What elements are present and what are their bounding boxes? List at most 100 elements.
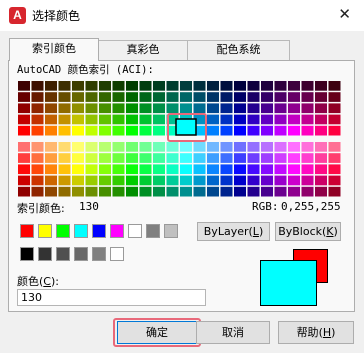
aci-color-cell[interactable] xyxy=(99,114,111,125)
aci-color-cell[interactable] xyxy=(301,103,314,114)
aci-color-cell[interactable] xyxy=(301,142,314,152)
aci-color-cell[interactable] xyxy=(18,175,30,186)
aci-color-cell[interactable] xyxy=(58,175,71,186)
aci-color-cell[interactable] xyxy=(301,175,314,186)
aci-color-cell[interactable] xyxy=(207,92,219,102)
aci-color-cell[interactable] xyxy=(139,81,152,91)
aci-color-cell[interactable] xyxy=(247,103,260,114)
aci-color-cell[interactable] xyxy=(45,81,57,91)
color-swatch[interactable] xyxy=(38,247,52,261)
aci-color-cell[interactable] xyxy=(45,125,57,136)
color-swatch[interactable] xyxy=(92,224,106,238)
aci-color-cell[interactable] xyxy=(31,142,44,152)
aci-color-cell[interactable] xyxy=(220,153,233,163)
aci-color-cell[interactable] xyxy=(288,142,300,152)
aci-color-cell[interactable] xyxy=(328,186,341,197)
aci-color-cell[interactable] xyxy=(220,125,233,136)
aci-color-cell[interactable] xyxy=(31,175,44,186)
aci-color-cell[interactable] xyxy=(166,103,179,114)
aci-color-cell[interactable] xyxy=(261,164,273,175)
aci-color-cell[interactable] xyxy=(58,164,71,175)
aci-color-cell[interactable] xyxy=(85,175,98,186)
tab-index-color[interactable]: 索引颜色 xyxy=(9,38,99,61)
aci-color-cell[interactable] xyxy=(166,186,179,197)
aci-color-cell[interactable] xyxy=(247,114,260,125)
ok-button[interactable]: 确定 xyxy=(117,321,197,344)
aci-color-cell[interactable] xyxy=(328,125,341,136)
aci-color-cell[interactable] xyxy=(58,103,71,114)
aci-color-cell[interactable] xyxy=(274,114,287,125)
aci-color-cell[interactable] xyxy=(328,92,341,102)
aci-color-cell[interactable] xyxy=(139,164,152,175)
aci-color-cell[interactable] xyxy=(153,92,165,102)
aci-color-cell[interactable] xyxy=(45,103,57,114)
aci-color-cell[interactable] xyxy=(234,153,246,163)
aci-color-cell[interactable] xyxy=(139,103,152,114)
aci-color-cell[interactable] xyxy=(85,114,98,125)
aci-color-cell[interactable] xyxy=(139,142,152,152)
aci-color-cell[interactable] xyxy=(45,164,57,175)
aci-color-cell[interactable] xyxy=(139,186,152,197)
aci-color-cell[interactable] xyxy=(153,81,165,91)
aci-color-cell[interactable] xyxy=(112,92,125,102)
aci-color-cell[interactable] xyxy=(180,164,192,175)
color-swatch[interactable] xyxy=(20,224,34,238)
aci-color-cell[interactable] xyxy=(220,142,233,152)
aci-color-cell[interactable] xyxy=(247,186,260,197)
aci-color-cell[interactable] xyxy=(112,81,125,91)
aci-color-cell[interactable] xyxy=(261,142,273,152)
aci-color-cell[interactable] xyxy=(72,164,84,175)
aci-color-cell[interactable] xyxy=(301,164,314,175)
aci-color-cell[interactable] xyxy=(85,103,98,114)
aci-color-cell[interactable] xyxy=(99,81,111,91)
aci-color-cell[interactable] xyxy=(99,92,111,102)
aci-color-cell[interactable] xyxy=(234,142,246,152)
aci-color-cell[interactable] xyxy=(180,81,192,91)
aci-color-cell[interactable] xyxy=(180,153,192,163)
aci-color-cell[interactable] xyxy=(31,125,44,136)
aci-color-cell[interactable] xyxy=(261,153,273,163)
aci-color-cell[interactable] xyxy=(72,175,84,186)
aci-color-cell[interactable] xyxy=(207,114,219,125)
aci-color-cell[interactable] xyxy=(85,142,98,152)
aci-color-cell[interactable] xyxy=(315,103,327,114)
aci-color-cell[interactable] xyxy=(166,92,179,102)
color-swatch[interactable] xyxy=(128,224,142,238)
aci-color-cell[interactable] xyxy=(72,125,84,136)
aci-color-cell[interactable] xyxy=(207,175,219,186)
aci-color-cell[interactable] xyxy=(247,175,260,186)
aci-color-cell[interactable] xyxy=(139,114,152,125)
aci-color-cell[interactable] xyxy=(58,92,71,102)
aci-color-cell[interactable] xyxy=(328,164,341,175)
aci-color-cell[interactable] xyxy=(45,142,57,152)
aci-color-cell[interactable] xyxy=(112,114,125,125)
aci-color-cell[interactable] xyxy=(85,92,98,102)
aci-color-cell[interactable] xyxy=(18,92,30,102)
aci-color-cell[interactable] xyxy=(288,186,300,197)
aci-color-cell[interactable] xyxy=(288,164,300,175)
aci-color-cell[interactable] xyxy=(288,125,300,136)
aci-color-cell[interactable] xyxy=(85,186,98,197)
byblock-button[interactable]: ByBlock(K) xyxy=(275,222,341,241)
aci-color-cell[interactable] xyxy=(180,186,192,197)
aci-color-cell[interactable] xyxy=(247,81,260,91)
aci-color-cell[interactable] xyxy=(315,81,327,91)
aci-color-cell[interactable] xyxy=(234,81,246,91)
aci-color-cell[interactable] xyxy=(207,103,219,114)
aci-color-cell[interactable] xyxy=(72,142,84,152)
aci-color-cell[interactable] xyxy=(112,164,125,175)
aci-color-cell[interactable] xyxy=(45,153,57,163)
help-button[interactable]: 帮助(H) xyxy=(278,321,354,344)
aci-color-cell[interactable] xyxy=(274,92,287,102)
aci-color-cell[interactable] xyxy=(207,186,219,197)
aci-color-cell[interactable] xyxy=(18,164,30,175)
aci-color-cell[interactable] xyxy=(193,81,206,91)
aci-color-cell[interactable] xyxy=(31,114,44,125)
aci-color-cell[interactable] xyxy=(288,92,300,102)
aci-color-cell[interactable] xyxy=(328,153,341,163)
aci-color-cell[interactable] xyxy=(31,103,44,114)
color-swatch[interactable] xyxy=(92,247,106,261)
aci-color-cell[interactable] xyxy=(99,175,111,186)
aci-color-cell[interactable] xyxy=(234,92,246,102)
aci-color-cell[interactable] xyxy=(18,142,30,152)
